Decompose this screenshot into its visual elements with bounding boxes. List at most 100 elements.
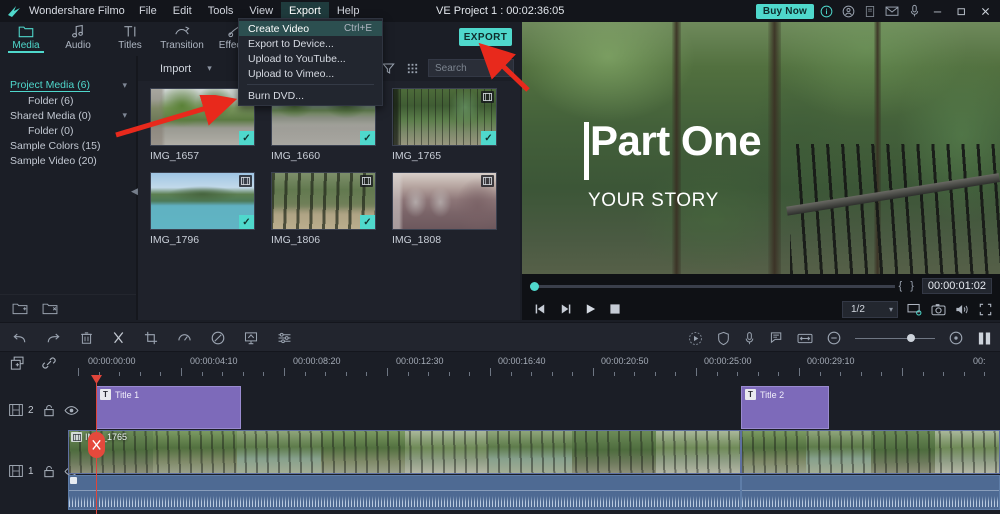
buy-now-button[interactable]: Buy Now: [755, 3, 814, 19]
shield-icon[interactable]: [717, 331, 730, 346]
export-button[interactable]: EXPORT: [459, 28, 512, 46]
help-doc-icon[interactable]: [860, 1, 880, 21]
lock-icon[interactable]: [43, 465, 55, 478]
media-thumbnail[interactable]: ✓: [271, 172, 376, 230]
tree-item-project-folder[interactable]: Folder (6): [0, 93, 137, 108]
color-icon[interactable]: [211, 331, 225, 345]
audio-mixer-icon[interactable]: [277, 331, 292, 345]
add-track-icon[interactable]: [10, 356, 27, 371]
mail-icon[interactable]: [882, 1, 902, 21]
tree-item-shared-folder[interactable]: Folder (0): [0, 123, 137, 138]
crop-icon[interactable]: [144, 331, 158, 345]
panel-collapse-handle[interactable]: ◀: [131, 186, 138, 197]
timeline-clip-title-2[interactable]: T Title 2: [741, 386, 829, 429]
speed-icon[interactable]: [177, 331, 192, 345]
restore-icon[interactable]: [950, 1, 972, 21]
record-voiceover-icon[interactable]: [688, 331, 703, 346]
media-item[interactable]: ✓ IMG_1765: [392, 88, 497, 162]
render-preview-icon[interactable]: [977, 331, 992, 346]
minimize-icon[interactable]: [926, 1, 948, 21]
account-icon[interactable]: [838, 1, 858, 21]
media-thumbnail[interactable]: [392, 172, 497, 230]
search-box[interactable]: [428, 59, 577, 77]
volume-icon[interactable]: [955, 303, 970, 316]
track-header-2[interactable]: 2: [0, 388, 79, 432]
redo-icon[interactable]: [46, 332, 61, 345]
info-icon[interactable]: [816, 1, 836, 21]
chevron-down-icon[interactable]: ▾: [889, 305, 893, 314]
chevron-down-icon[interactable]: ▾: [122, 110, 127, 121]
tab-audio[interactable]: Audio: [52, 22, 104, 51]
timeline-audio-1[interactable]: [68, 475, 741, 510]
selected-check-icon[interactable]: ✓: [360, 215, 375, 229]
chevron-down-icon[interactable]: ▾: [207, 63, 212, 74]
media-item[interactable]: IMG_1808: [392, 172, 497, 246]
marker-icon[interactable]: [769, 331, 783, 345]
zoom-in-icon[interactable]: [949, 331, 963, 345]
timeline-clip-video-2[interactable]: [741, 430, 1000, 474]
ruler-scale[interactable]: 00:00:00:00 00:00:04:10 00:00:08:20 00:0…: [68, 352, 1000, 382]
timeline-clip-video-1[interactable]: IMG_1765: [68, 430, 741, 474]
delete-folder-icon[interactable]: [42, 301, 58, 315]
fullscreen-icon[interactable]: [979, 303, 992, 316]
zoom-out-icon[interactable]: [827, 331, 841, 345]
import-button[interactable]: Import ▾: [138, 63, 224, 75]
media-item[interactable]: ✓ IMG_1796: [150, 172, 255, 246]
link-icon[interactable]: [41, 356, 57, 371]
track-header-1[interactable]: 1: [0, 440, 79, 502]
timeline-clip-title-1[interactable]: T Title 1: [96, 386, 241, 429]
selected-check-icon[interactable]: ✓: [481, 131, 496, 145]
tree-item-sample-colors[interactable]: Sample Colors (15): [0, 138, 137, 153]
new-folder-icon[interactable]: [12, 301, 28, 315]
menu-item-create-video[interactable]: Create Video Ctrl+E: [239, 21, 382, 36]
menu-item-export-to-device[interactable]: Export to Device...: [239, 36, 382, 51]
snapshot-icon[interactable]: [931, 303, 946, 316]
scrubber-handle[interactable]: [530, 281, 539, 291]
undo-icon[interactable]: [12, 332, 27, 345]
menu-tools[interactable]: Tools: [200, 2, 242, 20]
menu-item-upload-to-youtube[interactable]: Upload to YouTube...: [239, 51, 382, 66]
preview-timecode[interactable]: 00:00:01:02: [921, 278, 992, 294]
timeline-zoom-slider[interactable]: [855, 332, 935, 344]
track-lane-1[interactable]: IMG_1765: [68, 430, 1000, 514]
tree-item-shared-media[interactable]: Shared Media (0) ▾: [0, 108, 137, 123]
selected-check-icon[interactable]: ✓: [239, 215, 254, 229]
fit-timeline-icon[interactable]: [797, 332, 813, 345]
tab-transition[interactable]: Transition: [156, 22, 208, 51]
playhead-ruler-line[interactable]: [91, 375, 102, 386]
microphone-icon[interactable]: [904, 1, 924, 21]
no-display-icon[interactable]: [907, 303, 922, 316]
menu-edit[interactable]: Edit: [165, 2, 200, 20]
zoom-slider-handle[interactable]: [907, 334, 915, 342]
tree-item-project-media[interactable]: Project Media (6) ▾: [0, 78, 137, 93]
mark-out-icon[interactable]: }: [906, 280, 918, 292]
media-item[interactable]: ✓ IMG_1806: [271, 172, 376, 246]
next-frame-icon[interactable]: [559, 303, 572, 315]
timeline-audio-2[interactable]: [741, 475, 1000, 510]
media-thumbnail[interactable]: ✓: [150, 172, 255, 230]
preview-scrubber[interactable]: [530, 281, 895, 291]
tab-media[interactable]: Media: [0, 22, 52, 53]
preview-quality-select[interactable]: 1/2 ▾: [842, 300, 898, 318]
microphone-icon[interactable]: [744, 331, 755, 346]
tree-item-sample-video[interactable]: Sample Video (20): [0, 153, 137, 168]
menu-item-burn-dvd[interactable]: Burn DVD...: [239, 88, 382, 103]
chevron-down-icon[interactable]: ▾: [122, 80, 127, 91]
grid-view-icon[interactable]: [404, 59, 420, 77]
track-lane-2[interactable]: T Title 1 T Title 2: [68, 382, 1000, 430]
close-icon[interactable]: [974, 1, 996, 21]
menu-file[interactable]: File: [131, 2, 165, 20]
green-screen-icon[interactable]: [244, 331, 258, 345]
selected-check-icon[interactable]: ✓: [360, 131, 375, 145]
split-scissors-icon[interactable]: [112, 331, 125, 345]
preview-video[interactable]: Part One YOUR STORY: [522, 22, 1000, 274]
menu-item-upload-to-vimeo[interactable]: Upload to Vimeo...: [239, 66, 382, 81]
stop-icon[interactable]: [609, 303, 621, 315]
split-marker-icon[interactable]: [88, 432, 105, 458]
mark-in-icon[interactable]: {: [895, 280, 907, 292]
audio-volume-handle[interactable]: [70, 477, 77, 484]
media-thumbnail[interactable]: ✓: [392, 88, 497, 146]
lock-icon[interactable]: [43, 404, 55, 417]
delete-icon[interactable]: [80, 331, 93, 345]
play-icon[interactable]: [584, 303, 597, 315]
